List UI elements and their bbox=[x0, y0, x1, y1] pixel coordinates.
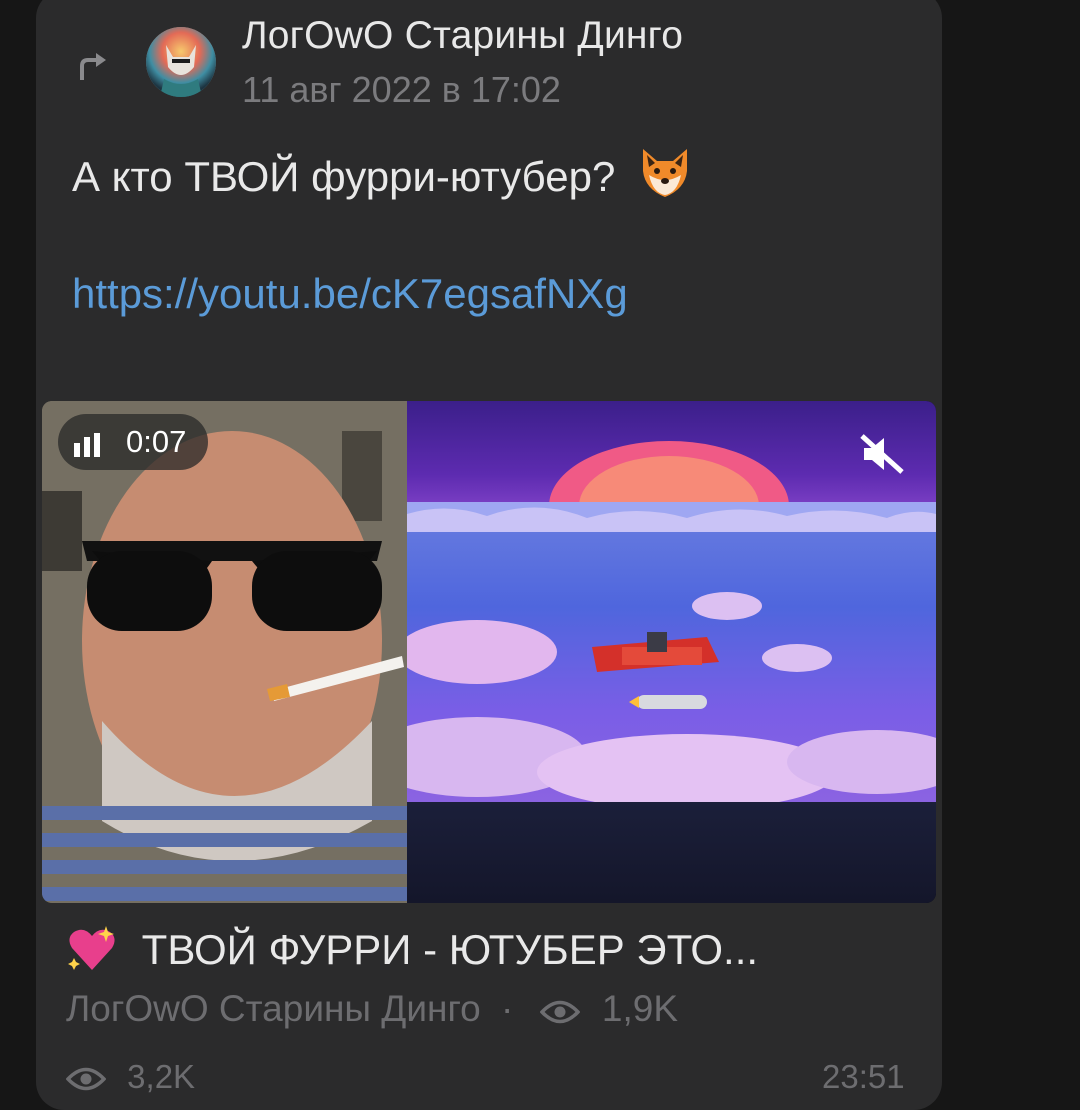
post-views-count: 3,2K bbox=[127, 1058, 196, 1095]
meta-separator: · bbox=[501, 988, 514, 1029]
video-duration: 0:07 bbox=[126, 424, 187, 459]
post-views: 3,2K bbox=[66, 1058, 195, 1096]
post-text-content: А кто ТВОЙ фурри-ютубер? bbox=[72, 153, 616, 200]
post-text: А кто ТВОЙ фурри-ютубер? bbox=[72, 145, 693, 201]
wolf-avatar-icon bbox=[146, 27, 216, 97]
sparkling-heart-icon bbox=[68, 926, 115, 970]
night-sky bbox=[407, 802, 936, 903]
post-author[interactable]: ЛогOwO Старины Динго bbox=[242, 14, 683, 58]
video-title-text: ТВОЙ ФУРРИ - ЮТУБЕР ЭТО... bbox=[141, 926, 759, 973]
post-time: 23:51 bbox=[822, 1058, 905, 1095]
sound-bars-icon bbox=[74, 433, 100, 457]
video-views: 1,9K bbox=[601, 988, 679, 1029]
man-sunglasses-image bbox=[42, 401, 407, 903]
video-title[interactable]: ТВОЙ ФУРРИ - ЮТУБЕР ЭТО... bbox=[66, 924, 758, 974]
game-scene bbox=[367, 502, 936, 810]
video-channel[interactable]: ЛогOwO Старины Динго bbox=[66, 988, 481, 1029]
video-meta: ЛогOwO Старины Динго · 1,9K bbox=[66, 988, 678, 1030]
biplane-game-image bbox=[367, 502, 936, 810]
author-avatar[interactable] bbox=[146, 27, 216, 97]
post-link[interactable]: https://youtu.be/cK7egsafNXg bbox=[72, 270, 628, 318]
eye-icon bbox=[539, 1000, 580, 1024]
video-preview[interactable] bbox=[42, 401, 936, 903]
repost-icon bbox=[80, 53, 106, 80]
eye-icon bbox=[66, 1067, 106, 1091]
mute-icon[interactable] bbox=[858, 432, 906, 476]
fox-face-icon bbox=[643, 149, 687, 197]
sunset-scene bbox=[407, 401, 936, 571]
video-thumbnail-left bbox=[42, 401, 407, 903]
post-date[interactable]: 11 авг 2022 в 17:02 bbox=[242, 69, 561, 111]
